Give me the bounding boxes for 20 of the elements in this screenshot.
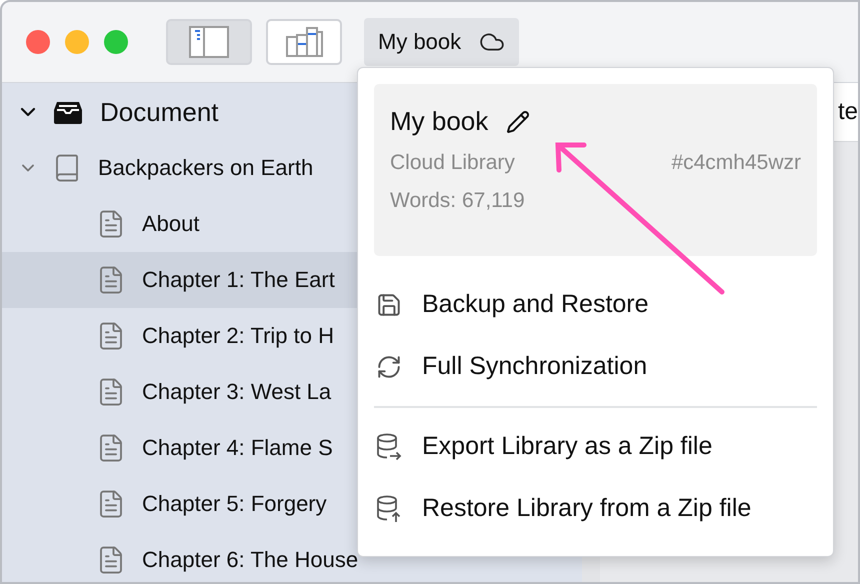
window-control-button[interactable] (65, 30, 89, 54)
window-control-button[interactable] (104, 30, 128, 54)
database-import-icon (376, 494, 402, 523)
window-control-button[interactable] (26, 30, 50, 54)
library-location: Cloud Library (390, 151, 515, 175)
library-name: My book (390, 106, 488, 137)
save-icon (376, 292, 402, 318)
columns-icon (285, 26, 323, 58)
database-export-icon (376, 432, 402, 461)
library-id: #c4cmh45wzr (671, 151, 801, 175)
menu-item[interactable]: Export Library as a Zip file (374, 416, 817, 478)
sidebar-layout-icon (189, 26, 229, 58)
sync-icon (376, 354, 402, 380)
edit-icon[interactable] (506, 110, 530, 134)
inbox-icon (54, 100, 82, 124)
sidebar-toggle-button[interactable] (166, 19, 252, 65)
library-button[interactable]: My book (364, 18, 520, 66)
word-count: Words: 67,119 (390, 189, 526, 213)
statistics-button[interactable] (266, 19, 342, 65)
menu-item[interactable]: Full Synchronization (374, 336, 817, 398)
